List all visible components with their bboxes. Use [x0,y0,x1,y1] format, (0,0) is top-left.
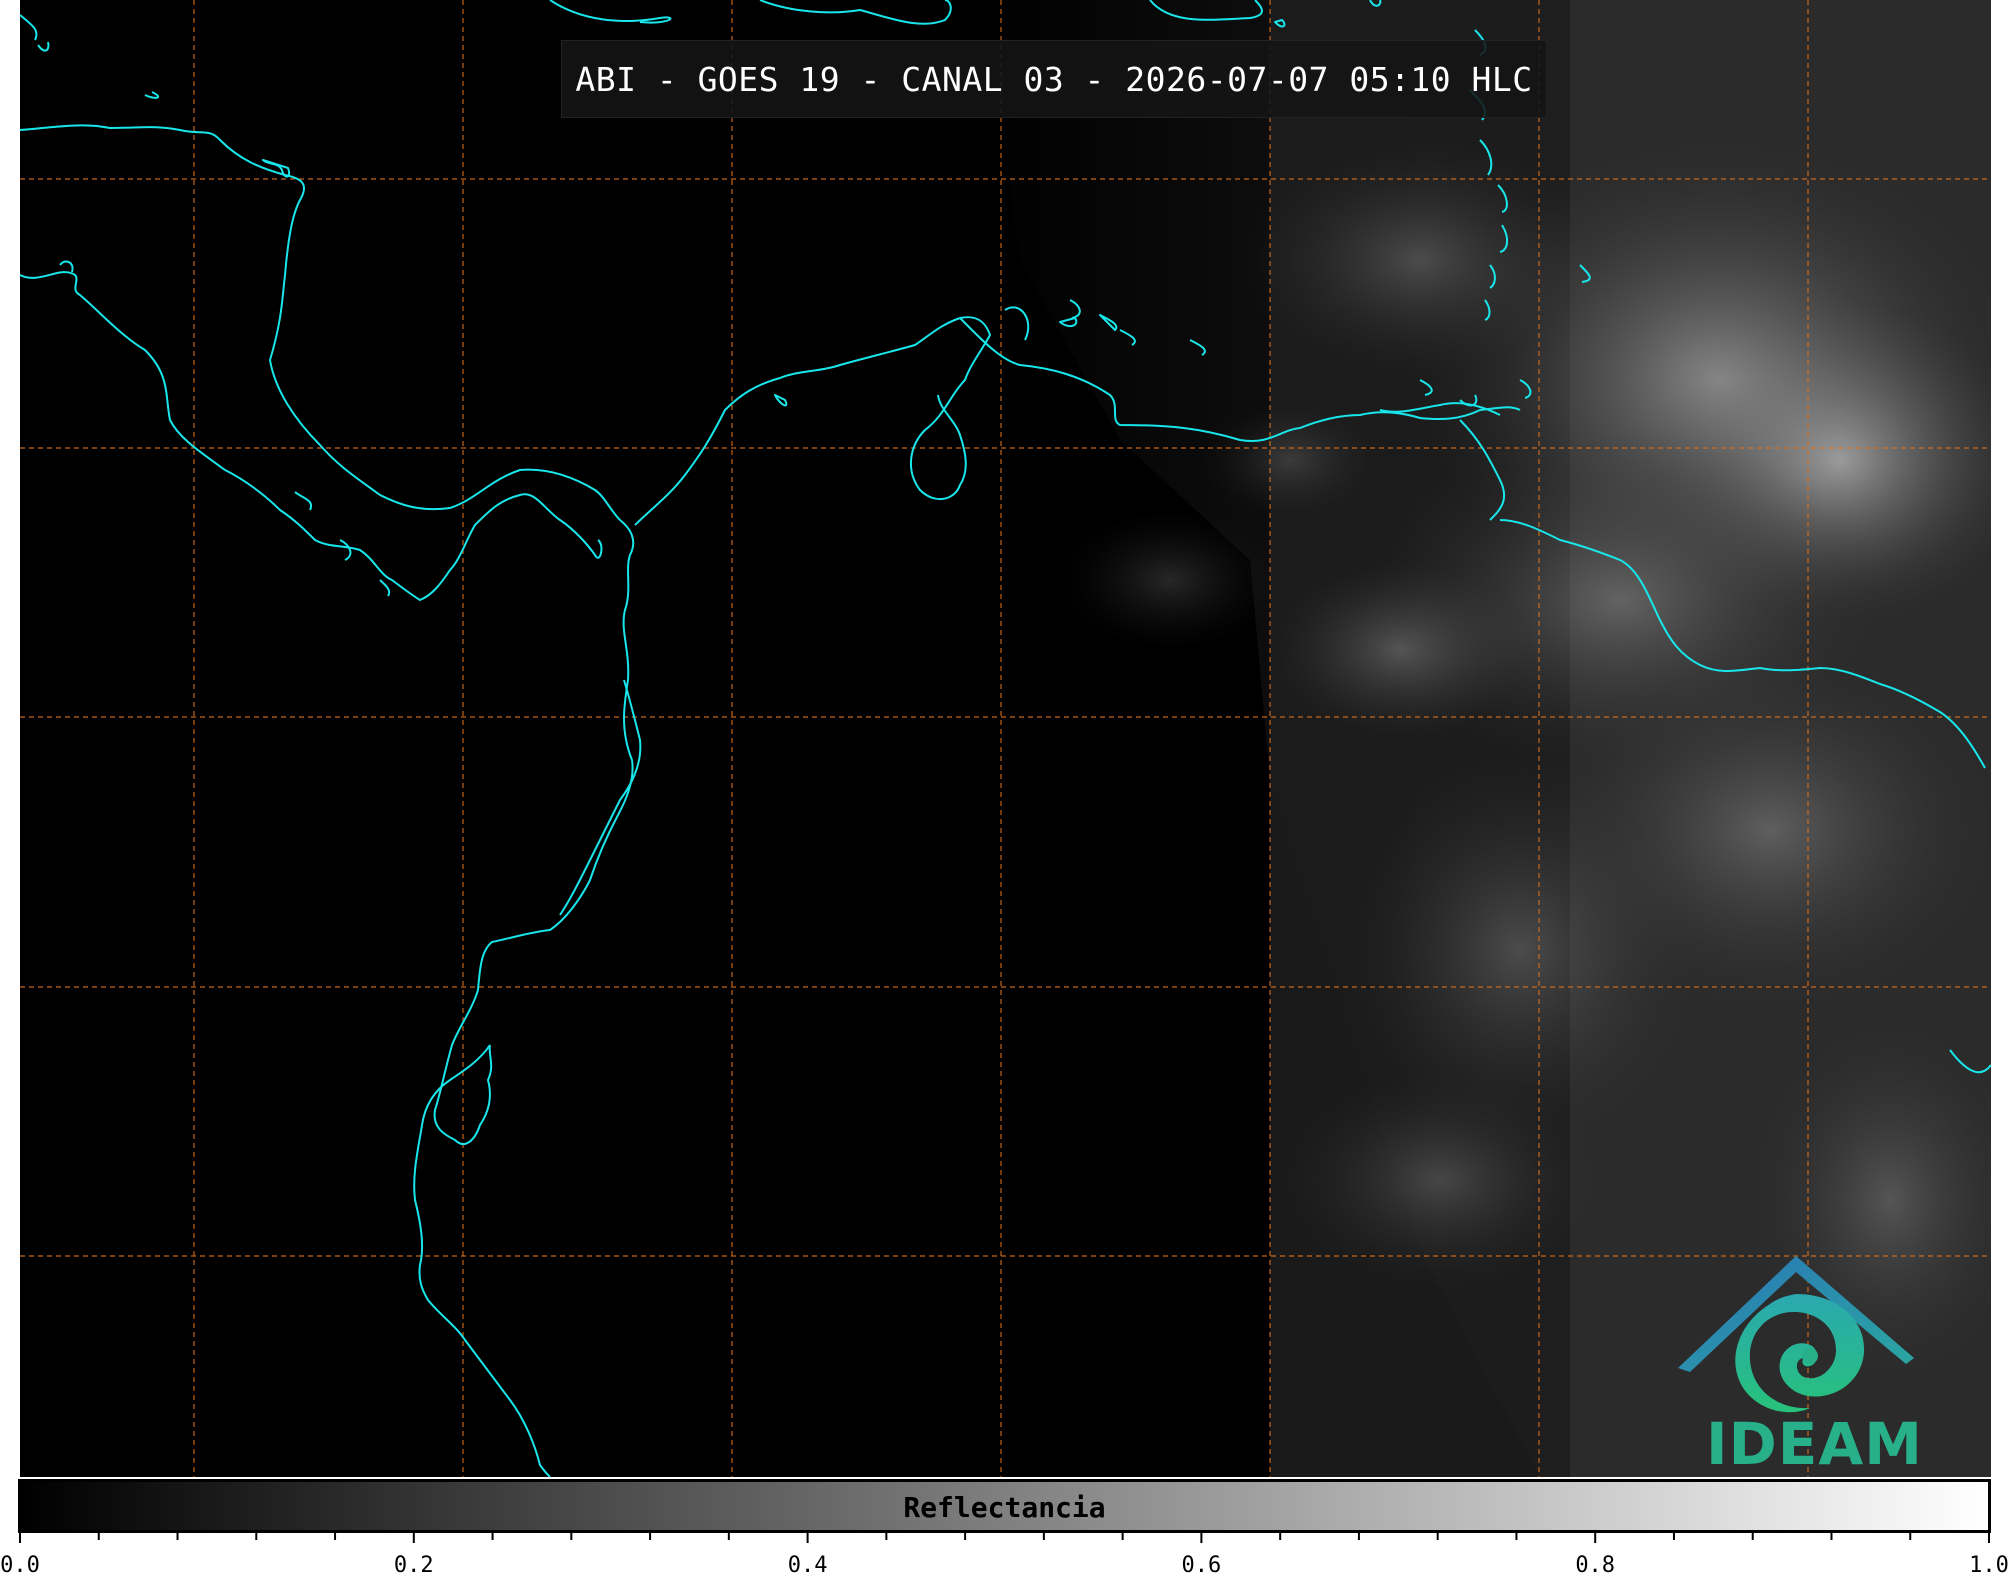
colorbar-tick-label: 0.4 [787,1553,828,1578]
colorbar-label: Reflectancia [903,1491,1106,1524]
colorbar-tick-label: 0.8 [1575,1553,1616,1578]
colorbar: Reflectancia [18,1479,1991,1533]
colorbar-tick-label: 0.6 [1181,1553,1222,1578]
colorbar-tick-label: 1.0 [1969,1553,2009,1578]
satellite-map: ABI - GOES 19 - CANAL 03 - 2026-07-07 05… [20,0,1991,1477]
colorbar-axis [19,1533,1990,1543]
colorbar-tick-label: 0.2 [393,1553,434,1578]
colorbar-tick-label: 0.0 [0,1553,40,1578]
map-title: ABI - GOES 19 - CANAL 03 - 2026-07-07 05… [575,59,1533,99]
ideam-logo-text: IDEAM [1706,1410,1923,1477]
map-title-box: ABI - GOES 19 - CANAL 03 - 2026-07-07 05… [561,40,1547,118]
